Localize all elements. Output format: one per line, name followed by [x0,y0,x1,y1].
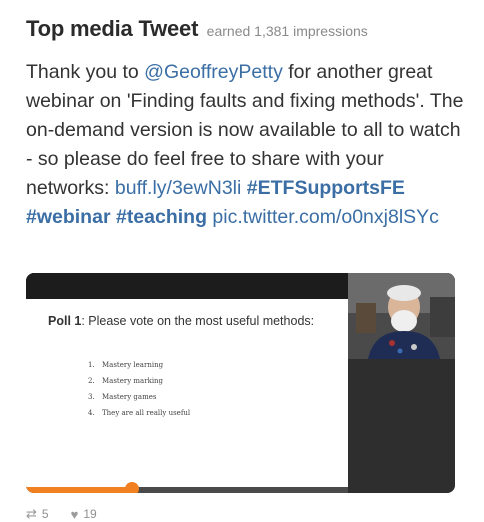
hashtag-etfsupportsfe[interactable]: #ETFSupportsFE [247,177,405,199]
poll-label: Poll 1 [48,314,82,328]
media-video[interactable]: Poll 1: Please vote on the most useful m… [26,273,455,493]
presenter-image [348,273,455,359]
poll-option: 2. Mastery marking [88,373,190,389]
tweet-header: Top media Tweet earned 1,381 impressions [26,16,368,42]
hashtag-teaching[interactable]: #teaching [116,206,207,228]
poll-option: 3. Mastery games [88,389,190,405]
poll-option-text: Mastery marking [102,377,164,385]
poll-slide: Poll 1: Please vote on the most useful m… [26,299,348,487]
poll-option: 4. They are all really useful [88,405,190,421]
hashtag-webinar[interactable]: #webinar [26,206,111,228]
slide-topbar [26,273,348,299]
poll-option-text: Mastery games [102,393,157,401]
presenter-webcam [348,273,455,359]
pic-link[interactable]: pic.twitter.com/o0nxj8lSYc [212,206,439,228]
like-action[interactable]: ♥ 19 [71,507,97,522]
poll-options: 1. Mastery learning 2. Mastery marking 3. M… [88,357,190,421]
poll-option-text: They are all really useful [102,409,191,417]
header-title: Top media Tweet [26,16,199,41]
like-count: 19 [83,507,97,521]
tweet-actions: ⇄ 5 ♥ 19 [26,506,119,522]
poll-option-num: 3. [88,393,95,401]
poll-option-text: Mastery learning [102,361,164,369]
short-link[interactable]: buff.ly/3ewN3li [115,177,241,199]
video-sidebar [348,359,455,493]
tweet-text-intro: Thank you to [26,61,145,83]
retweet-action[interactable]: ⇄ 5 [26,506,49,522]
poll-option-num: 1. [88,361,95,369]
retweet-count: 5 [41,507,49,521]
video-scrubber-handle[interactable] [125,482,140,493]
poll-title: Poll 1: Please vote on the most useful m… [48,313,328,329]
video-progress-bar[interactable] [26,482,348,493]
mention-link[interactable]: @GeoffreyPetty [144,61,283,83]
retweet-icon: ⇄ [26,506,37,521]
impressions-label: earned 1,381 impressions [206,23,368,39]
heart-icon: ♥ [70,506,79,522]
poll-option-num: 2. [88,377,95,385]
poll-option: 1. Mastery learning [88,357,190,373]
poll-question: : Please vote on the most useful methods… [81,314,315,328]
video-progress-fill [26,487,133,493]
poll-option-num: 4. [88,409,95,417]
tweet-text: Thank you to @GeoffreyPetty for another … [26,58,466,232]
